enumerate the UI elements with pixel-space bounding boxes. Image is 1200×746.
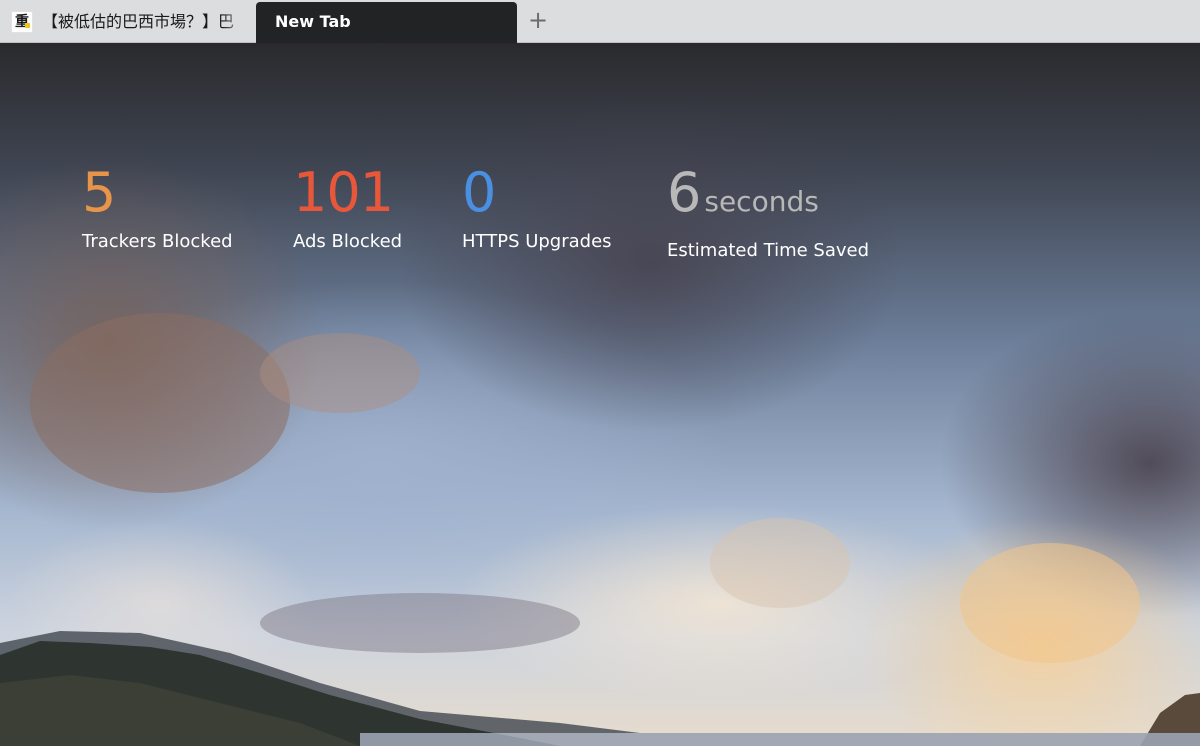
new-tab-page: 5 Trackers Blocked 101 Ads Blocked 0 HTT… xyxy=(0,43,1200,746)
https-upgrades-label: HTTPS Upgrades xyxy=(462,231,612,252)
stat-time-saved: 6 seconds Estimated Time Saved xyxy=(667,161,869,262)
tab-title: New Tab xyxy=(275,12,351,31)
tab-background-article[interactable]: 重 【被低估的巴西市場？】巴 xyxy=(0,0,256,42)
stat-https-upgrades: 0 HTTPS Upgrades xyxy=(462,161,612,253)
time-saved-label: Estimated Time Saved xyxy=(667,240,870,261)
favicon-accent-icon xyxy=(25,23,30,28)
stat-trackers-blocked: 5 Trackers Blocked xyxy=(82,161,233,253)
stats-panel: 5 Trackers Blocked 101 Ads Blocked 0 HTT… xyxy=(0,43,1200,303)
ads-blocked-count: 101 xyxy=(293,161,394,224)
time-saved-value: 6 seconds xyxy=(667,161,869,234)
new-tab-button[interactable]: + xyxy=(526,8,550,34)
time-saved-count: 6 xyxy=(667,161,701,224)
tab-title: 【被低估的巴西市場？】巴 xyxy=(42,12,235,31)
site-favicon-icon: 重 xyxy=(11,11,33,33)
trackers-blocked-count: 5 xyxy=(82,161,116,224)
trackers-blocked-label: Trackers Blocked xyxy=(82,231,233,252)
stat-ads-blocked: 101 Ads Blocked xyxy=(293,161,402,253)
tab-strip: 重 【被低估的巴西市場？】巴 New Tab + xyxy=(0,0,1200,43)
time-saved-unit: seconds xyxy=(704,185,819,218)
ads-blocked-label: Ads Blocked xyxy=(293,231,403,252)
tab-new-tab[interactable]: New Tab xyxy=(256,2,517,43)
https-upgrades-count: 0 xyxy=(462,161,496,224)
